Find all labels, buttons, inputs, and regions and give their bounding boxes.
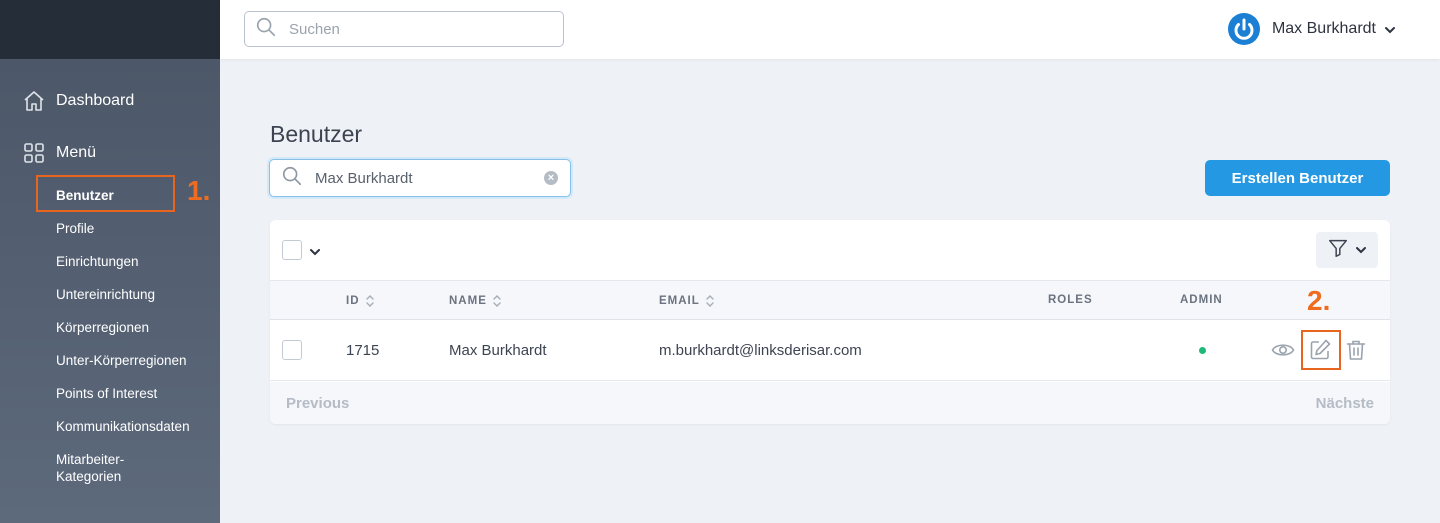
column-label: ID — [346, 295, 360, 307]
user-menu[interactable]: Max Burkhardt — [1227, 13, 1396, 45]
column-header-name[interactable]: NAME — [449, 294, 502, 308]
sort-icon — [705, 294, 715, 308]
previous-button[interactable]: Previous — [286, 395, 349, 412]
sidebar-item-koerperregionen[interactable]: Körperregionen — [56, 319, 149, 336]
top-header: Suchen Max Burkhardt — [220, 0, 1440, 59]
global-search-input[interactable]: Suchen — [244, 11, 564, 47]
pagination: Previous Nächste — [270, 382, 1390, 424]
home-icon — [22, 89, 46, 113]
sidebar-item-points-of-interest[interactable]: Points of Interest — [56, 385, 157, 402]
sidebar-item-profile[interactable]: Profile — [56, 220, 94, 237]
sidebar-item-label: Menü — [56, 144, 97, 161]
power-logo-icon — [1227, 13, 1260, 45]
sidebar-item-mitarbeiter-kategorien[interactable]: Mitarbeiter- Kategorien — [56, 451, 124, 485]
users-table-card: ID NAME EMAIL ROLES ADMIN 1715 Max Burkh… — [270, 220, 1390, 424]
grid-icon — [22, 141, 46, 165]
sidebar-brand-area — [0, 0, 220, 59]
sidebar-item-einrichtungen[interactable]: Einrichtungen — [56, 253, 139, 270]
page-title: Benutzer — [270, 121, 363, 147]
sidebar-item-menu[interactable]: Menü — [22, 141, 96, 165]
clear-search-icon[interactable]: × — [544, 171, 558, 185]
delete-trash-icon[interactable] — [1344, 338, 1368, 362]
create-user-button[interactable]: Erstellen Benutzer — [1205, 160, 1390, 196]
column-header-email[interactable]: EMAIL — [659, 294, 715, 308]
chevron-down-icon[interactable] — [309, 245, 321, 257]
annotation-highlight-2 — [1301, 330, 1341, 370]
sidebar-item-dashboard[interactable]: Dashboard — [22, 89, 134, 113]
table-header: ID NAME EMAIL ROLES ADMIN — [270, 280, 1390, 320]
search-value: Max Burkhardt — [315, 169, 413, 187]
cell-id: 1715 — [346, 342, 380, 359]
column-label: EMAIL — [659, 295, 700, 307]
column-header-admin: ADMIN — [1180, 294, 1223, 306]
chevron-down-icon — [1384, 23, 1396, 35]
user-name: Max Burkhardt — [1271, 20, 1376, 37]
search-icon — [255, 16, 277, 43]
sidebar-item-label: Dashboard — [56, 92, 135, 109]
filter-icon — [1327, 237, 1349, 264]
cell-email: m.burkhardt@linksderisar.com — [659, 342, 862, 359]
admin-status-dot — [1199, 347, 1206, 354]
annotation-highlight-1 — [36, 175, 175, 212]
row-checkbox[interactable] — [282, 340, 302, 360]
sidebar-item-untereinrichtung[interactable]: Untereinrichtung — [56, 286, 155, 303]
annotation-step-1: 1. — [187, 175, 211, 206]
column-header-roles: ROLES — [1048, 294, 1093, 306]
sidebar: Dashboard Menü Benutzer Profile Einricht… — [0, 0, 220, 523]
table-row: 1715 Max Burkhardt m.burkhardt@linksderi… — [270, 320, 1390, 381]
filter-button[interactable] — [1316, 232, 1378, 268]
view-eye-icon[interactable] — [1271, 338, 1295, 362]
sidebar-item-unter-koerperregionen[interactable]: Unter-Körperregionen — [56, 352, 187, 369]
chevron-down-icon — [1355, 244, 1367, 256]
next-button[interactable]: Nächste — [1316, 395, 1374, 412]
sidebar-item-kommunikationsdaten[interactable]: Kommunikationsdaten — [56, 418, 190, 435]
search-placeholder: Suchen — [289, 20, 340, 38]
column-header-id[interactable]: ID — [346, 294, 375, 308]
annotation-step-2: 2. — [1307, 285, 1331, 316]
column-label: NAME — [449, 295, 487, 307]
sort-icon — [492, 294, 502, 308]
user-search-input[interactable]: Max Burkhardt × — [269, 159, 571, 197]
select-all-checkbox[interactable] — [282, 240, 302, 260]
cell-name: Max Burkhardt — [449, 342, 547, 359]
sort-icon — [365, 294, 375, 308]
search-icon — [281, 165, 303, 192]
